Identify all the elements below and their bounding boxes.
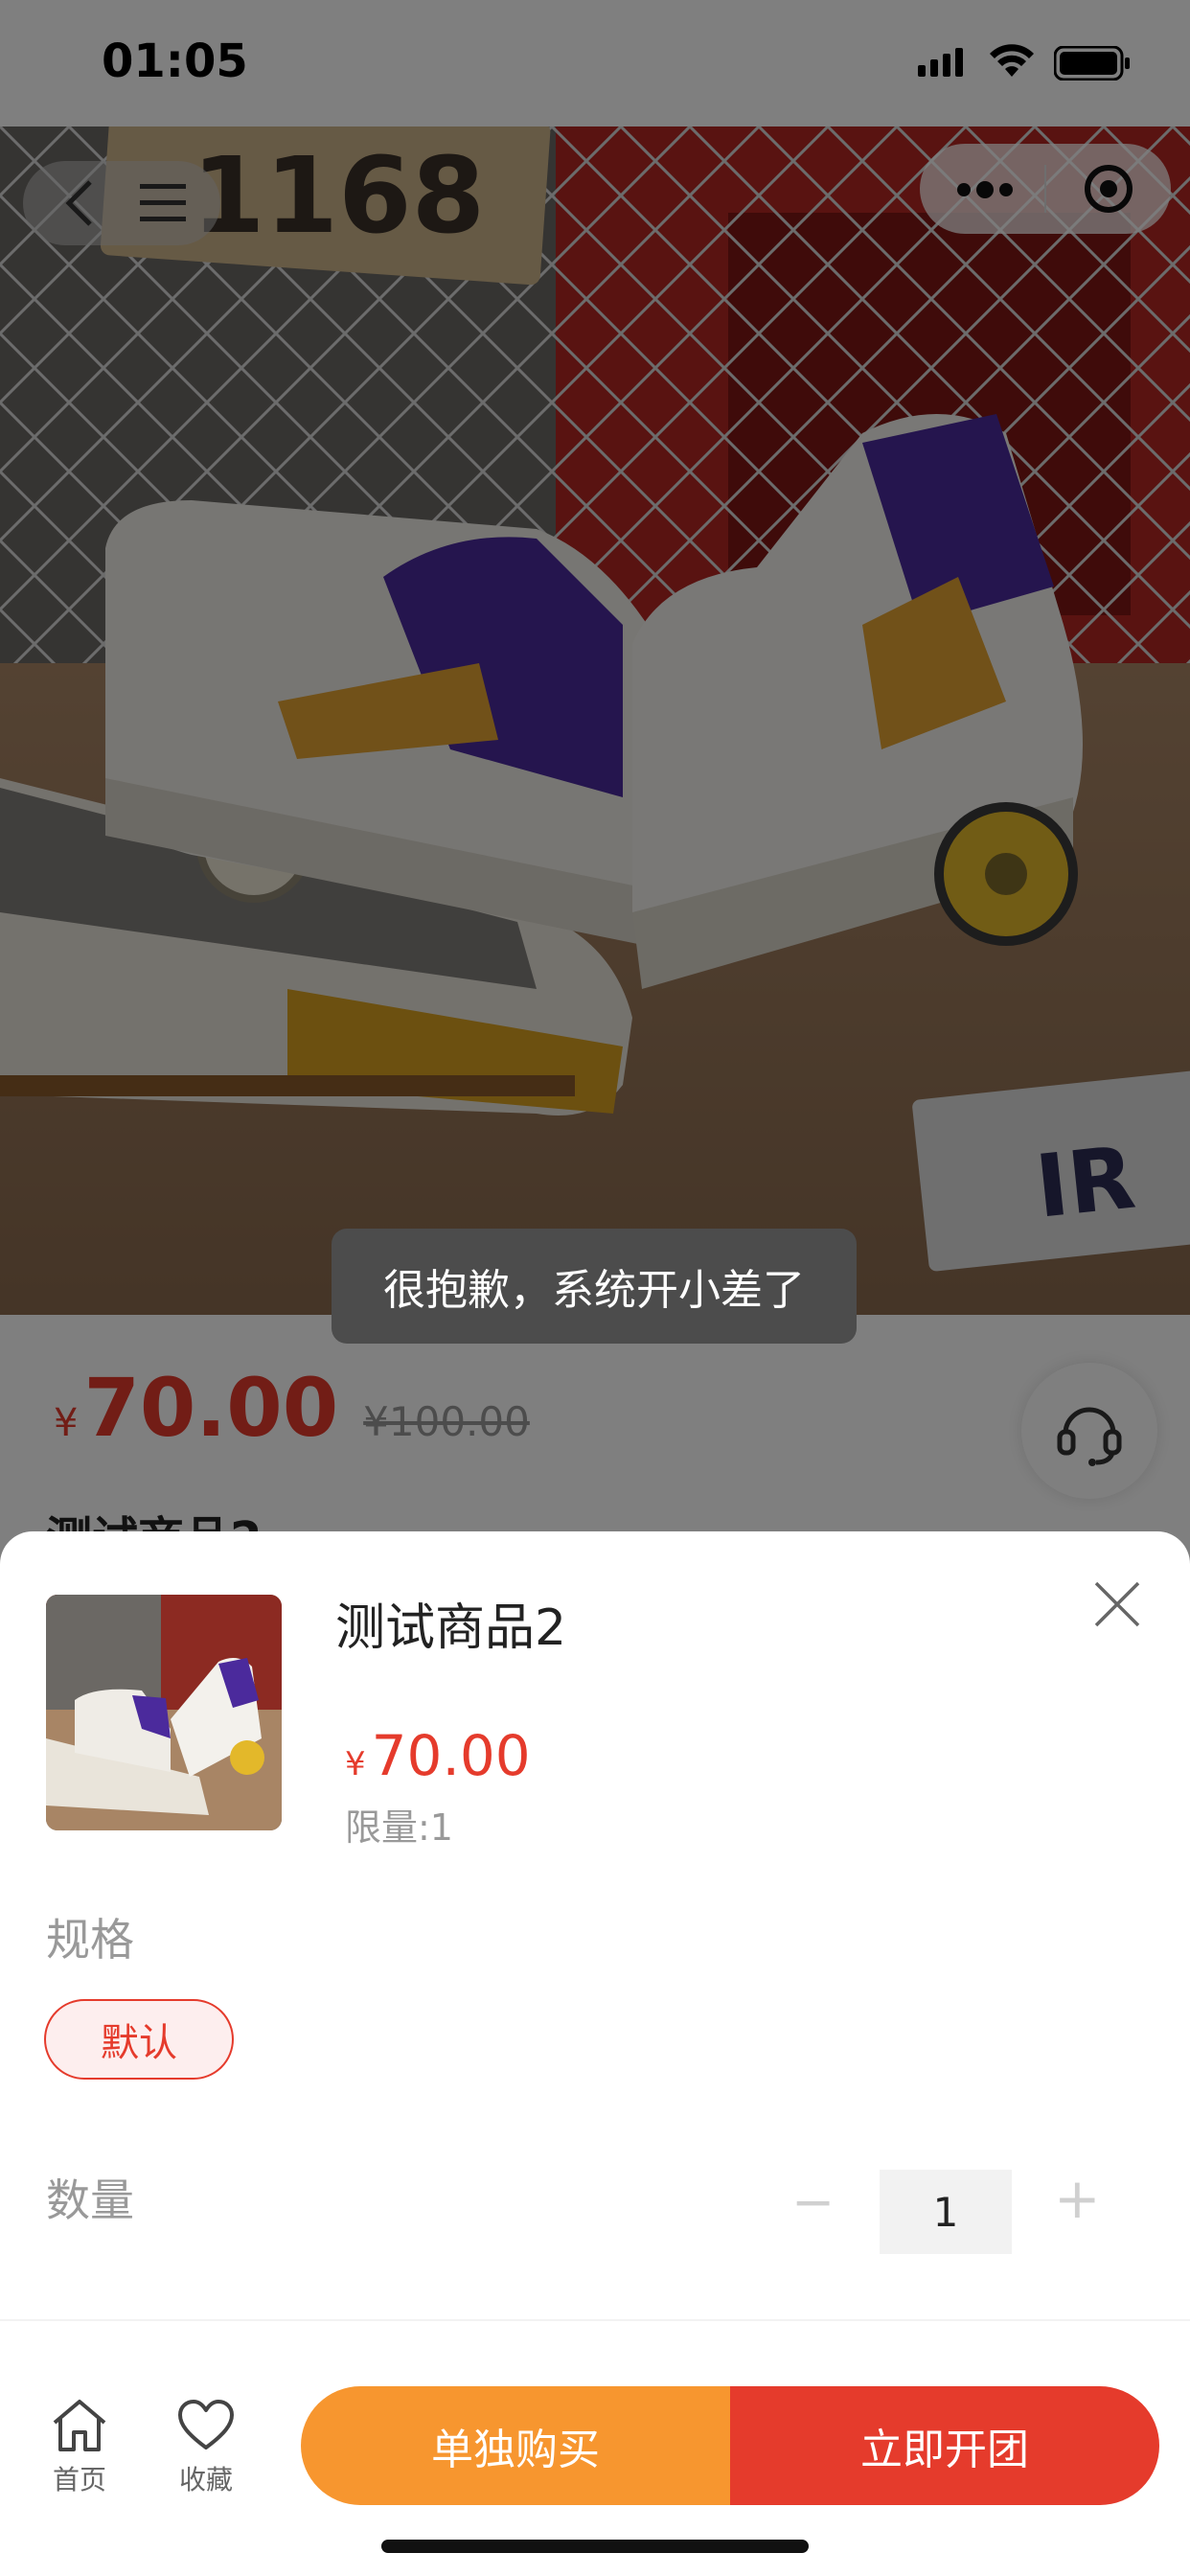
sku-thumbnail xyxy=(46,1595,282,1830)
sheet-divider xyxy=(0,2319,1190,2321)
start-group-button[interactable]: 立即开团 xyxy=(730,2386,1159,2505)
close-icon[interactable] xyxy=(1092,1579,1142,1629)
tab-home[interactable]: 首页 xyxy=(27,2398,132,2497)
home-icon xyxy=(53,2400,106,2451)
purchase-limit: 限量:1 xyxy=(345,1806,453,1849)
quantity-input[interactable]: 1 xyxy=(880,2170,1012,2254)
spec-option-default[interactable]: 默认 xyxy=(44,1999,234,2080)
spec-label: 规格 xyxy=(46,1914,134,1966)
buy-single-button[interactable]: 单独购买 xyxy=(301,2386,730,2505)
sku-price-symbol: ¥ xyxy=(345,1745,366,1783)
error-toast: 很抱歉，系统开小差了 xyxy=(332,1229,857,1344)
home-indicator xyxy=(381,2540,809,2553)
tab-favorite-label: 收藏 xyxy=(178,2464,233,2496)
quantity-label: 数量 xyxy=(46,2174,134,2226)
sku-price-value: 70.00 xyxy=(371,1723,531,1788)
sku-price: ¥ 70.00 xyxy=(345,1723,531,1788)
sku-bottom-sheet: 测试商品2 ¥ 70.00 限量:1 规格 默认 数量 − 1 + 首页 收藏 … xyxy=(0,1531,1190,2576)
tab-favorite[interactable]: 收藏 xyxy=(153,2398,259,2497)
tab-home-label: 首页 xyxy=(52,2464,106,2496)
sku-title: 测试商品2 xyxy=(335,1599,567,1657)
quantity-increase-button[interactable]: + xyxy=(1054,2166,1101,2231)
quantity-decrease-button[interactable]: − xyxy=(791,2172,835,2232)
heart-icon xyxy=(178,2400,234,2450)
